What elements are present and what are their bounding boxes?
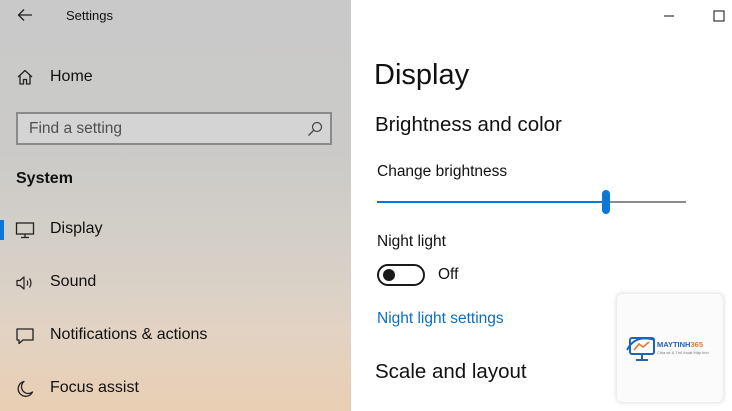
maximize-icon (713, 10, 725, 22)
section-heading-scale: Scale and layout (375, 360, 527, 383)
app-title: Settings (66, 8, 113, 23)
sidebar: Settings Home System Display Sound (0, 0, 351, 411)
search-box[interactable] (16, 112, 332, 145)
back-button[interactable] (14, 4, 36, 26)
active-indicator (0, 220, 4, 240)
search-input[interactable] (29, 115, 299, 142)
sidebar-item-home[interactable]: Home (0, 60, 351, 94)
moon-icon (17, 380, 34, 397)
sidebar-item-label: Home (50, 68, 93, 85)
night-light-toggle[interactable] (377, 264, 425, 286)
sidebar-item-label: Notifications & actions (50, 326, 208, 343)
maximize-button[interactable] (709, 6, 729, 26)
brand-tagline: Chia sẻ & Thủ thuật Máy tính (657, 350, 709, 355)
sidebar-item-label: Focus assist (50, 379, 139, 396)
sidebar-item-focus-assist[interactable]: Focus assist (0, 367, 351, 411)
minimize-icon (664, 15, 674, 17)
monitor-logo-icon (626, 337, 656, 361)
monitor-icon (15, 222, 35, 239)
section-heading-brightness: Brightness and color (375, 113, 562, 136)
brightness-label: Change brightness (377, 163, 508, 180)
slider-track-empty (610, 201, 686, 203)
sidebar-item-label: Display (50, 220, 103, 237)
toggle-state-text: Off (438, 266, 459, 283)
brand-name: MAYTINH365 (657, 340, 703, 349)
slider-thumb[interactable] (602, 190, 610, 214)
brightness-slider[interactable] (377, 190, 686, 216)
section-title: System (16, 170, 73, 187)
night-light-label: Night light (377, 233, 446, 250)
search-icon[interactable] (307, 121, 323, 137)
sidebar-item-display[interactable]: Display (0, 208, 351, 252)
notification-icon (16, 328, 34, 345)
sidebar-item-label: Sound (50, 273, 97, 290)
speaker-icon (16, 276, 32, 290)
sidebar-item-notifications[interactable]: Notifications & actions (0, 314, 351, 358)
home-icon (17, 69, 33, 85)
arrow-left-icon (17, 9, 32, 21)
sidebar-item-sound[interactable]: Sound (0, 261, 351, 305)
night-light-settings-link[interactable]: Night light settings (377, 310, 504, 328)
page-title: Display (374, 59, 470, 91)
watermark-logo: MAYTINH365 Chia sẻ & Thủ thuật Máy tính (616, 293, 724, 403)
minimize-button[interactable] (659, 6, 679, 26)
slider-track-filled (377, 201, 602, 203)
title-bar: Settings (0, 0, 351, 32)
toggle-knob (383, 269, 395, 281)
